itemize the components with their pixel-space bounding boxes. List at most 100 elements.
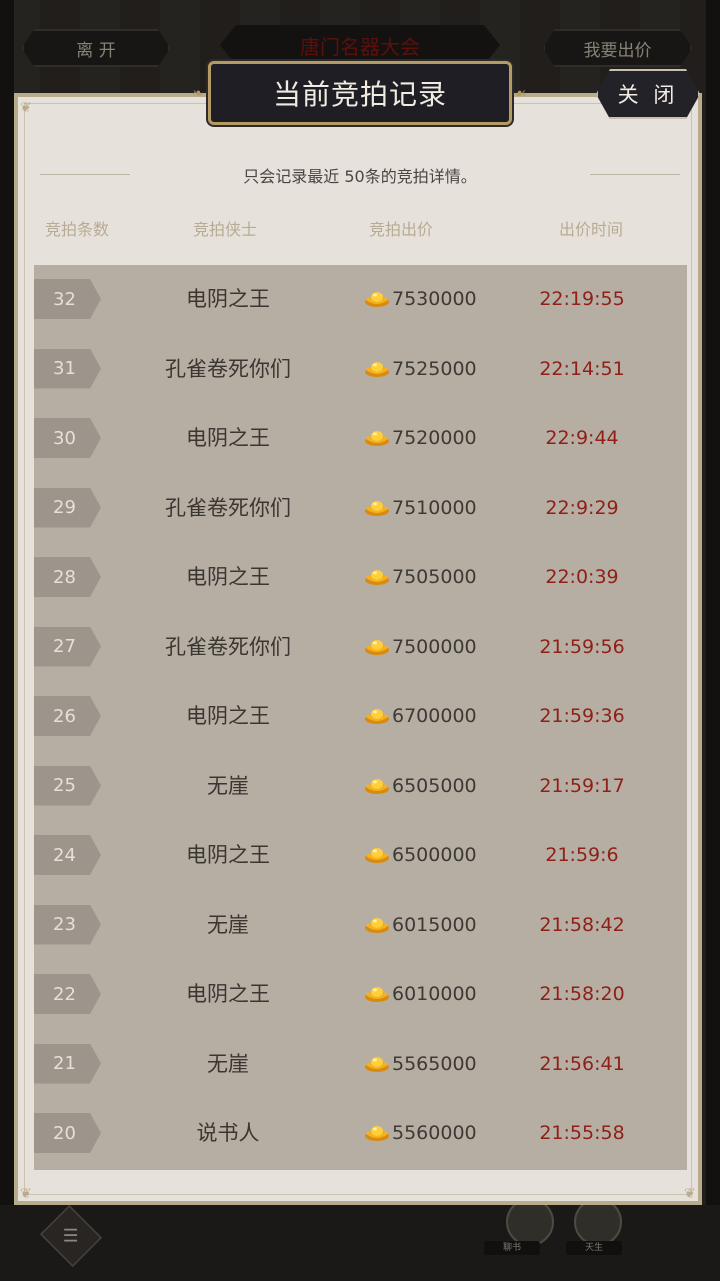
table-row: 32 电阴之王 7530000 22:19:55 bbox=[34, 279, 687, 319]
bid-time: 21:59:6 bbox=[545, 844, 619, 866]
price-value: 7500000 bbox=[392, 635, 477, 658]
divider bbox=[590, 174, 680, 175]
table-row: 31 孔雀卷死你们 7525000 22:14:51 bbox=[34, 348, 687, 389]
bid-time: 22:19:55 bbox=[539, 288, 625, 310]
table-row: 20 说书人 5560000 21:55:58 bbox=[34, 1113, 687, 1153]
table-row: 21 无崖 5565000 21:56:41 bbox=[34, 1043, 687, 1084]
record-number: 24 bbox=[34, 835, 101, 875]
bidder-name: 电阴之王 bbox=[186, 287, 270, 311]
bid-price: 7510000 bbox=[364, 488, 477, 528]
record-number: 30 bbox=[34, 418, 101, 458]
bid-price: 7530000 bbox=[364, 279, 477, 319]
title-ornament-icon: ❧ bbox=[192, 86, 204, 102]
price-value: 6700000 bbox=[392, 705, 477, 727]
gold-ingot-icon bbox=[364, 985, 390, 1003]
bidder-name: 电阴之王 bbox=[186, 982, 270, 1006]
gold-ingot-icon bbox=[364, 916, 390, 934]
table-row: 30 电阴之王 7520000 22:9:44 bbox=[34, 418, 687, 458]
gold-ingot-icon bbox=[364, 777, 390, 795]
gold-ingot-icon bbox=[364, 638, 390, 656]
bidder-name: 电阴之王 bbox=[186, 843, 270, 867]
bid-time: 21:59:36 bbox=[539, 705, 625, 727]
bid-time: 22:14:51 bbox=[539, 357, 625, 380]
record-number: 32 bbox=[34, 279, 101, 319]
bidder-name: 无崖 bbox=[207, 912, 249, 937]
price-value: 7520000 bbox=[392, 427, 477, 449]
bidder-name: 说书人 bbox=[196, 1121, 260, 1145]
record-number: 20 bbox=[34, 1113, 101, 1153]
notice-text: 只会记录最近 50条的竞拍详情。 bbox=[243, 167, 477, 186]
corner-ornament-icon: ❦ bbox=[20, 100, 32, 116]
record-number: 29 bbox=[34, 487, 101, 528]
bidder-name: 电阴之王 bbox=[186, 565, 270, 589]
corner-ornament-icon: ❦ bbox=[20, 1186, 32, 1202]
table-row: 22 电阴之王 6010000 21:58:20 bbox=[34, 974, 687, 1014]
table-row: 28 电阴之王 7505000 22:0:39 bbox=[34, 557, 687, 597]
bid-time: 21:55:58 bbox=[539, 1122, 625, 1144]
bidder-name: 孔雀卷死你们 bbox=[165, 356, 291, 381]
price-value: 7525000 bbox=[392, 357, 477, 380]
price-value: 6010000 bbox=[392, 983, 477, 1005]
gold-ingot-icon bbox=[364, 568, 390, 586]
record-number: 23 bbox=[34, 904, 101, 945]
bidder-name: 无崖 bbox=[207, 773, 249, 798]
table-row: 27 孔雀卷死你们 7500000 21:59:56 bbox=[34, 626, 687, 667]
bid-price: 6700000 bbox=[364, 696, 477, 736]
bid-price: 7520000 bbox=[364, 418, 477, 458]
bid-price: 7500000 bbox=[364, 627, 477, 667]
bidder-name: 电阴之王 bbox=[186, 704, 270, 728]
bid-price: 5565000 bbox=[364, 1044, 477, 1084]
price-value: 7505000 bbox=[392, 566, 477, 588]
price-value: 7510000 bbox=[392, 496, 477, 519]
column-header-count: 竞拍条数 bbox=[44, 220, 109, 239]
record-number: 28 bbox=[34, 557, 101, 597]
gold-ingot-icon bbox=[364, 1124, 390, 1142]
price-value: 6015000 bbox=[392, 913, 477, 936]
gold-ingot-icon bbox=[364, 290, 390, 308]
price-value: 6500000 bbox=[392, 844, 477, 866]
column-header-price: 竞拍出价 bbox=[368, 220, 433, 239]
record-number: 31 bbox=[34, 348, 101, 389]
record-number: 25 bbox=[34, 765, 101, 806]
bid-time: 21:58:20 bbox=[539, 983, 625, 1005]
corner-ornament-icon: ❦ bbox=[684, 1186, 696, 1202]
close-button[interactable]: 关 闭 bbox=[596, 69, 700, 119]
bid-record-list[interactable]: 32 电阴之王 7530000 22:19:55 31 孔雀卷死你们 7525000 22:1… bbox=[34, 265, 687, 1170]
table-row: 23 无崖 6015000 21:58:42 bbox=[34, 904, 687, 945]
dialog-title: 当前竞拍记录 bbox=[208, 61, 512, 125]
table-row: 25 无崖 6505000 21:59:17 bbox=[34, 765, 687, 806]
gold-ingot-icon bbox=[364, 499, 390, 517]
gold-ingot-icon bbox=[364, 707, 390, 725]
gold-ingot-icon bbox=[364, 846, 390, 864]
bid-price: 6505000 bbox=[364, 766, 477, 806]
bid-price: 6500000 bbox=[364, 835, 477, 875]
bidder-name: 无崖 bbox=[207, 1051, 249, 1076]
bid-time: 21:59:56 bbox=[539, 635, 625, 658]
bidder-name: 孔雀卷死你们 bbox=[165, 495, 291, 520]
record-number: 27 bbox=[34, 626, 101, 667]
bid-price: 7525000 bbox=[364, 349, 477, 389]
bidder-name: 孔雀卷死你们 bbox=[165, 634, 291, 659]
bid-time: 21:58:42 bbox=[539, 913, 625, 936]
record-number: 21 bbox=[34, 1043, 101, 1084]
gold-ingot-icon bbox=[364, 429, 390, 447]
bid-price: 5560000 bbox=[364, 1113, 477, 1153]
price-value: 6505000 bbox=[392, 774, 477, 797]
price-value: 5560000 bbox=[392, 1122, 477, 1144]
column-header-time: 出价时间 bbox=[558, 220, 623, 239]
bid-price: 7505000 bbox=[364, 557, 477, 597]
bid-time: 21:59:17 bbox=[539, 774, 625, 797]
gold-ingot-icon bbox=[364, 1055, 390, 1073]
bid-time: 22:9:29 bbox=[545, 496, 619, 519]
bid-time: 22:9:44 bbox=[545, 427, 619, 449]
bid-time: 21:56:41 bbox=[539, 1052, 625, 1075]
record-number: 22 bbox=[34, 974, 101, 1014]
table-row: 26 电阴之王 6700000 21:59:36 bbox=[34, 696, 687, 736]
record-number: 26 bbox=[34, 696, 101, 736]
gold-ingot-icon bbox=[364, 360, 390, 378]
bid-price: 6010000 bbox=[364, 974, 477, 1014]
table-row: 24 电阴之王 6500000 21:59:6 bbox=[34, 835, 687, 875]
bid-time: 22:0:39 bbox=[545, 566, 619, 588]
title-ornament-icon: ☙ bbox=[514, 86, 527, 102]
price-value: 5565000 bbox=[392, 1052, 477, 1075]
